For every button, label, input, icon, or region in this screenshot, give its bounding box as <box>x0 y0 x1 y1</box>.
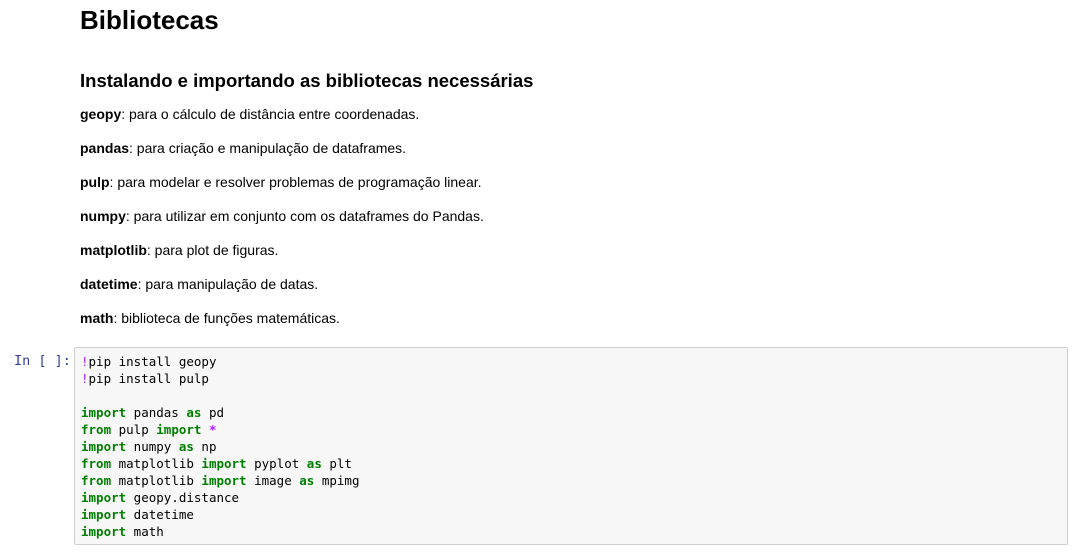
code-text: geopy.distance <box>126 490 240 505</box>
library-description: : para manipulação de datas. <box>137 276 319 292</box>
code-text: np <box>193 439 217 454</box>
code-line: import pandas as pd <box>81 404 359 421</box>
code-operator: ! <box>81 371 89 386</box>
code-text: pip install geopy <box>88 354 217 369</box>
code-text: math <box>126 524 164 539</box>
code-line: from pulp import * <box>81 421 359 438</box>
library-name: datetime <box>80 276 138 292</box>
list-item-pandas: pandas: para criação e manipulação de da… <box>80 139 406 157</box>
code-line: from matplotlib import image as mpimg <box>81 472 359 489</box>
code-line: import geopy.distance <box>81 489 359 506</box>
code-line: !pip install geopy <box>81 353 359 370</box>
code-area[interactable]: !pip install geopy !pip install pulp impor… <box>81 353 359 540</box>
list-item-datetime: datetime: para manipulação de datas. <box>80 275 318 293</box>
code-keyword: from <box>81 422 112 437</box>
code-keyword: import <box>81 490 127 505</box>
library-description: : biblioteca de funções matemáticas. <box>113 310 340 326</box>
list-item-geopy: geopy: para o cálculo de distância entre… <box>80 105 419 123</box>
library-name: numpy <box>80 208 126 224</box>
code-cell-editor[interactable]: !pip install geopy !pip install pulp impor… <box>74 347 1068 545</box>
code-text: pulp <box>111 422 157 437</box>
code-keyword: as <box>178 439 194 454</box>
library-name: matplotlib <box>80 242 147 258</box>
code-keyword: as <box>299 473 315 488</box>
code-keyword: import <box>201 473 247 488</box>
code-text: numpy <box>126 439 179 454</box>
library-name: pandas <box>80 140 130 156</box>
library-description: : para o cálculo de distância entre coor… <box>121 106 420 122</box>
code-line: import numpy as np <box>81 438 359 455</box>
library-description: : para modelar e resolver problemas de p… <box>109 174 482 190</box>
code-text: image <box>246 473 300 488</box>
library-name: pulp <box>80 174 110 190</box>
code-line: from matplotlib import pyplot as plt <box>81 455 359 472</box>
code-line: !pip install pulp <box>81 370 359 387</box>
code-text: matplotlib <box>111 473 202 488</box>
library-description: : para plot de figuras. <box>146 242 279 258</box>
library-name: math <box>80 310 114 326</box>
library-description: : para criação e manipulação de datafram… <box>129 140 407 156</box>
code-keyword: import <box>81 439 127 454</box>
code-text: matplotlib <box>111 456 202 471</box>
code-text: datetime <box>126 507 194 522</box>
code-operator: * <box>208 422 217 437</box>
code-text: pd <box>201 405 225 420</box>
code-keyword: from <box>81 456 112 471</box>
code-line: import datetime <box>81 506 359 523</box>
library-name: geopy <box>80 106 122 122</box>
code-text: plt <box>321 456 352 471</box>
code-operator: ! <box>81 354 89 369</box>
library-description: : para utilizar em conjunto com os dataf… <box>125 208 484 224</box>
page-title: Bibliotecas <box>80 5 219 35</box>
code-keyword: as <box>186 405 202 420</box>
code-text: pandas <box>126 405 187 420</box>
code-keyword: import <box>201 456 247 471</box>
code-text: pip install pulp <box>88 371 209 386</box>
code-keyword: import <box>156 422 202 437</box>
code-line: import math <box>81 523 359 540</box>
code-keyword: import <box>81 405 127 420</box>
code-keyword: from <box>81 473 112 488</box>
code-keyword: import <box>81 524 127 539</box>
code-text: pyplot <box>246 456 307 471</box>
list-item-math: math: biblioteca de funções matemáticas. <box>80 309 340 327</box>
cell-input-prompt: In [ ]: <box>14 353 71 369</box>
code-keyword: import <box>81 507 127 522</box>
code-keyword: as <box>306 456 322 471</box>
list-item-matplotlib: matplotlib: para plot de figuras. <box>80 241 278 259</box>
list-item-pulp: pulp: para modelar e resolver problemas … <box>80 173 482 191</box>
code-text: mpimg <box>314 473 360 488</box>
list-item-numpy: numpy: para utilizar em conjunto com os … <box>80 207 484 225</box>
section-heading: Instalando e importando as bibliotecas n… <box>80 70 534 91</box>
